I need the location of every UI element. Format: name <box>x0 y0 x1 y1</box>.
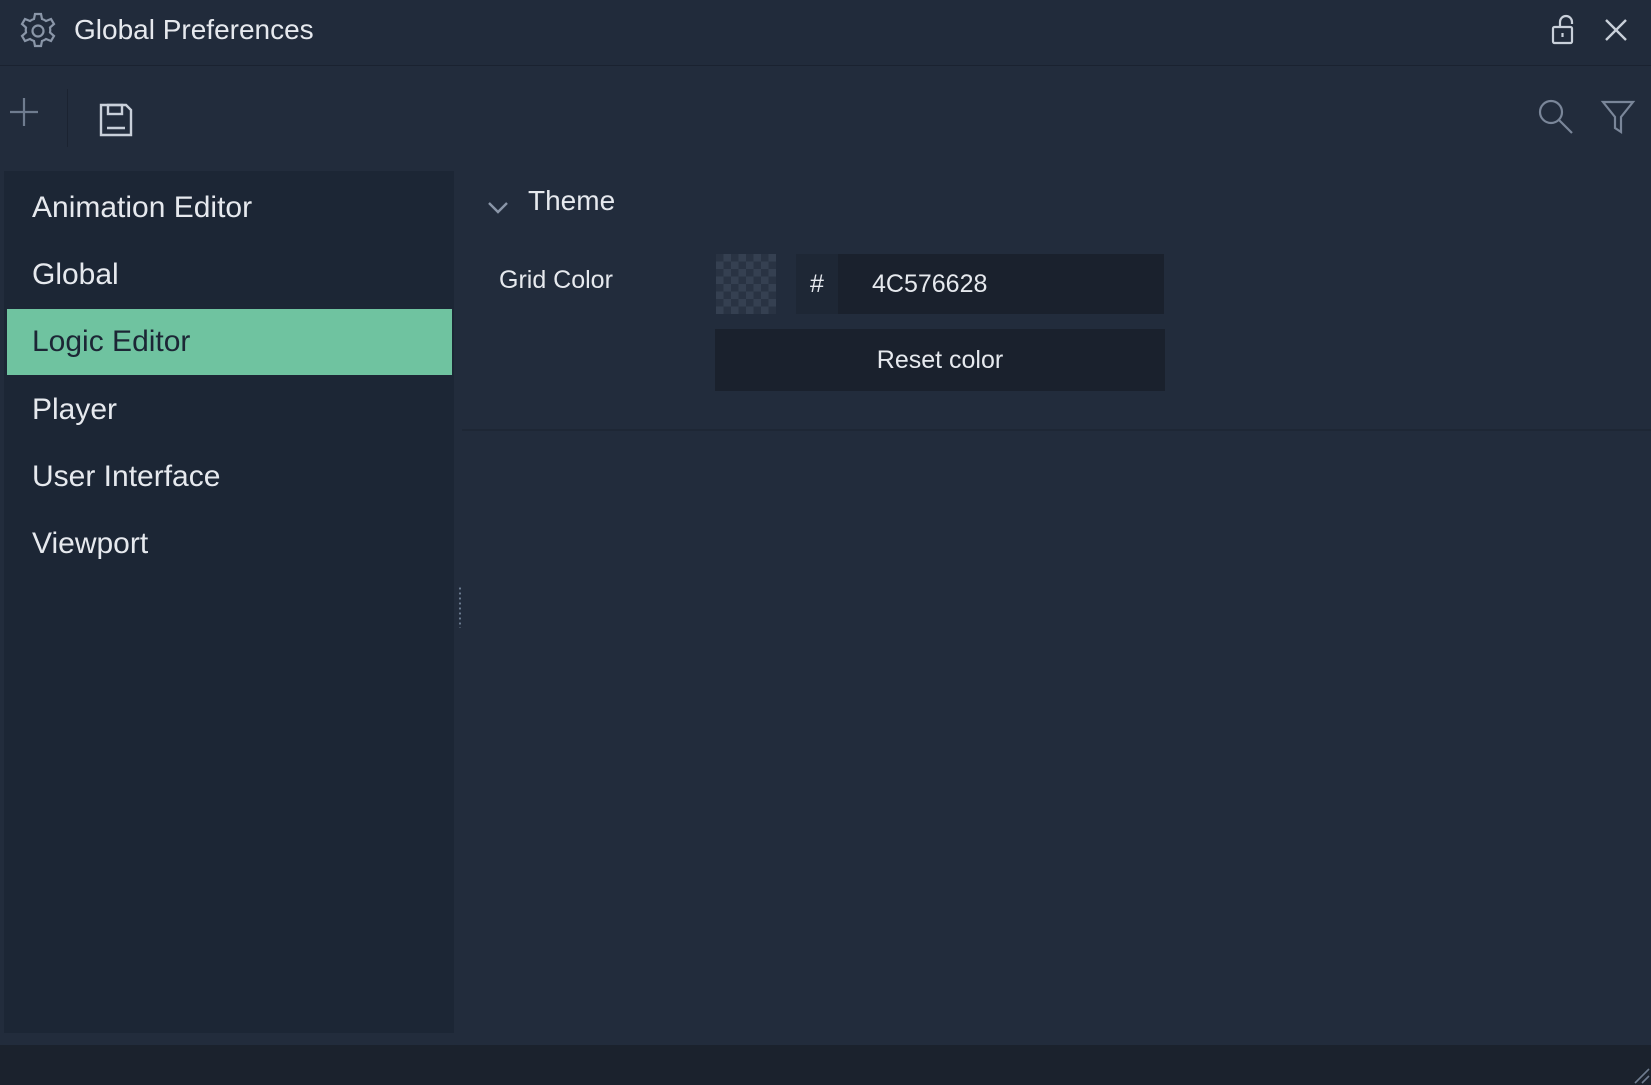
preferences-content: Theme Grid Color # Reset color <box>462 171 1651 1033</box>
sidebar-item-user-interface[interactable]: User Interface <box>7 444 452 510</box>
hex-prefix: # <box>796 254 838 314</box>
chevron-down-icon[interactable] <box>486 195 510 219</box>
status-footer <box>0 1045 1651 1085</box>
sidebar: Animation Editor Global Logic Editor Pla… <box>4 171 454 1033</box>
toolbar <box>0 67 1651 167</box>
resize-grip-icon[interactable] <box>1627 1061 1651 1085</box>
save-icon[interactable] <box>96 100 136 140</box>
close-icon[interactable] <box>1600 14 1632 46</box>
preferences-window: Global Preferences Animation Editor Glob… <box>0 0 1651 1085</box>
search-icon[interactable] <box>1536 97 1576 137</box>
section-divider <box>462 429 1651 431</box>
gear-icon <box>18 11 58 51</box>
sidebar-item-viewport[interactable]: Viewport <box>7 511 452 577</box>
sidebar-item-logic-editor[interactable]: Logic Editor <box>7 309 452 375</box>
window-title: Global Preferences <box>74 14 314 45</box>
title-bar: Global Preferences <box>0 0 1651 66</box>
sidebar-item-player[interactable]: Player <box>7 377 452 443</box>
grid-color-swatch[interactable] <box>716 254 776 314</box>
sidebar-item-global[interactable]: Global <box>7 242 452 308</box>
section-title-theme[interactable]: Theme <box>528 185 615 217</box>
unlock-icon[interactable] <box>1548 13 1580 47</box>
grid-color-label: Grid Color <box>499 266 613 294</box>
filter-icon[interactable] <box>1600 97 1636 137</box>
reset-color-button[interactable]: Reset color <box>715 329 1165 391</box>
plus-icon[interactable] <box>6 94 42 130</box>
toolbar-separator <box>67 89 68 147</box>
sidebar-item-animation-editor[interactable]: Animation Editor <box>7 175 452 241</box>
grid-color-hex-input[interactable] <box>838 254 1164 314</box>
